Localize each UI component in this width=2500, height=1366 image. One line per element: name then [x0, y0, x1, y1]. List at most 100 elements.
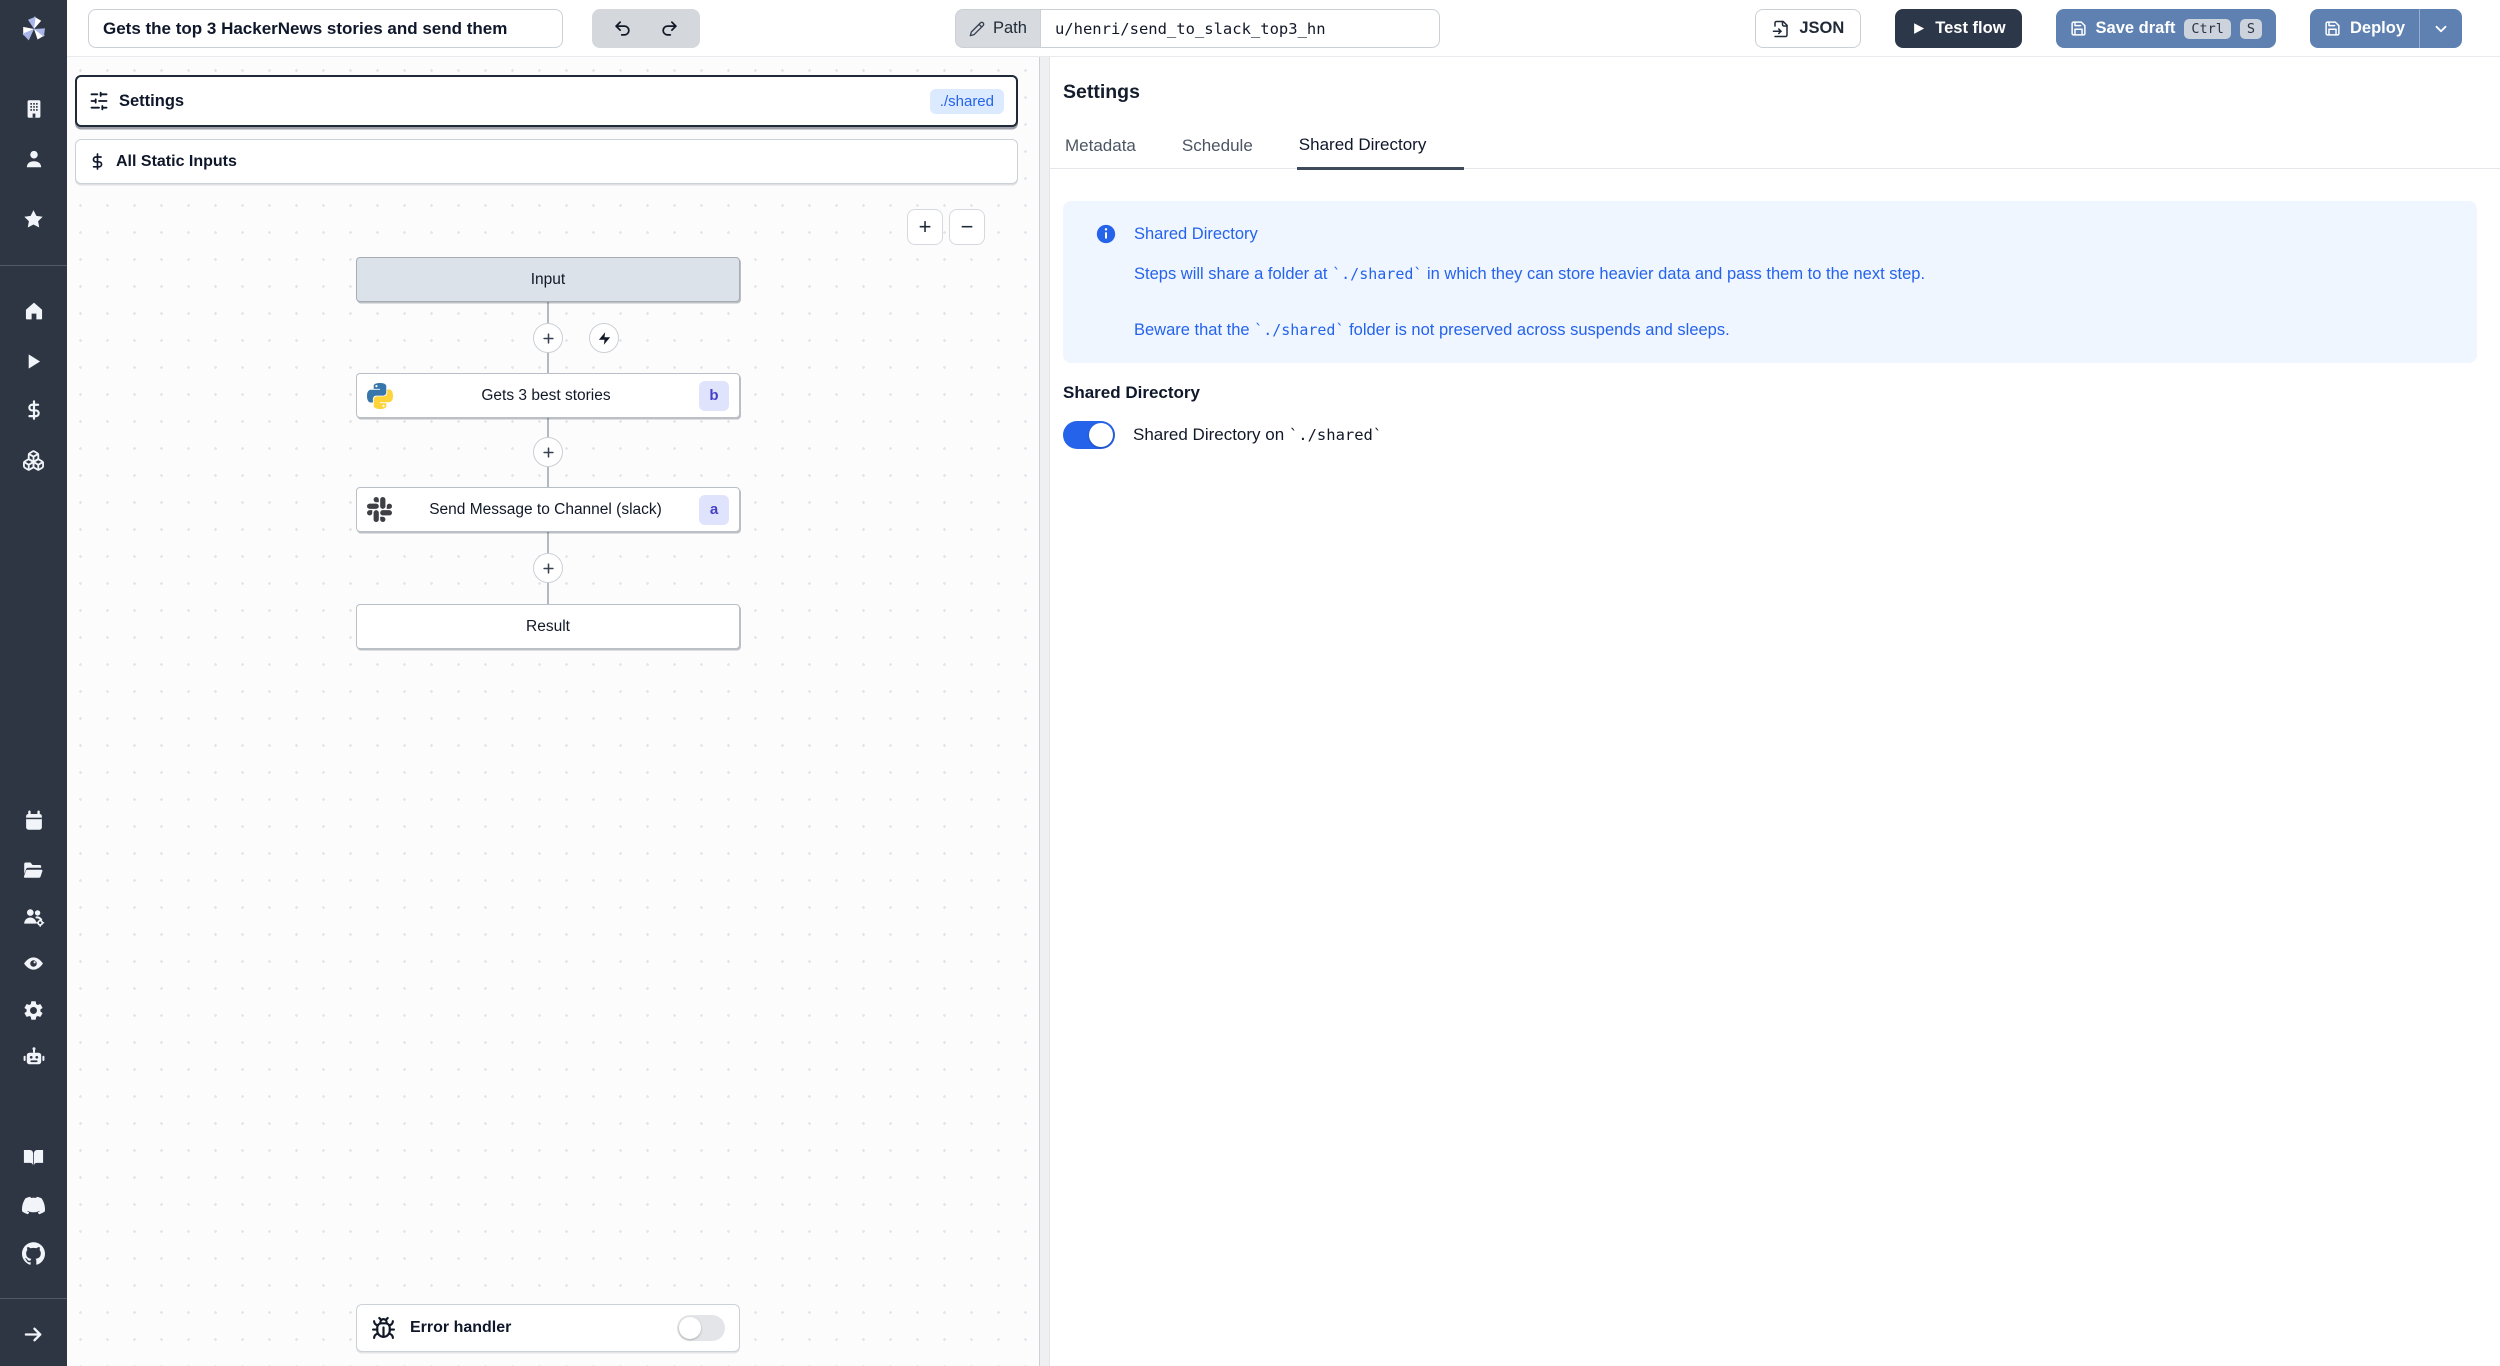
sidebar	[0, 0, 67, 1366]
error-handler-toggle[interactable]	[677, 1315, 725, 1341]
play-icon[interactable]	[0, 349, 67, 373]
toggle-knob	[679, 1317, 701, 1339]
path-group: Path	[955, 9, 1440, 48]
tab-shared-directory[interactable]: Shared Directory	[1296, 135, 1465, 170]
topbar: Path JSON Test flow Save draft Ctrl S De…	[67, 0, 2500, 57]
boxes-icon[interactable]	[0, 448, 67, 472]
flow-editor-panel: Settings ./shared All Static Inputs + − …	[67, 57, 1040, 1366]
file-json-icon	[1773, 20, 1789, 37]
book-icon[interactable]	[0, 1145, 67, 1169]
info-box-paragraph-2: Beware that the `./shared` folder is not…	[1134, 321, 1730, 340]
settings-tabs: Metadata Schedule Shared Directory	[1050, 125, 2500, 170]
tab-schedule[interactable]: Schedule	[1180, 136, 1255, 168]
deploy-button[interactable]: Deploy	[2309, 9, 2419, 48]
plus-icon	[542, 562, 554, 574]
deploy-label: Deploy	[2349, 19, 2405, 37]
save-draft-button[interactable]: Save draft Ctrl S	[2055, 9, 2276, 48]
zap-icon	[598, 331, 610, 345]
test-flow-button[interactable]: Test flow	[1895, 9, 2022, 48]
panel-resize-handle[interactable]	[1040, 57, 1050, 1366]
undo-redo-group	[592, 9, 700, 48]
sliders-icon	[90, 91, 108, 111]
calendar-icon[interactable]	[0, 809, 67, 833]
toggle-label-text: Shared Directory on	[1133, 425, 1289, 444]
home-icon[interactable]	[0, 299, 67, 323]
kbd-s: S	[2239, 18, 2262, 39]
slack-icon	[367, 497, 392, 522]
path-input[interactable]	[1039, 9, 1440, 48]
shared-directory-toggle-row: Shared Directory on `./shared`	[1063, 421, 1382, 449]
building-icon[interactable]	[0, 97, 67, 121]
flow-node-step-a[interactable]: Send Message to Channel (slack) a	[356, 487, 740, 532]
shared-directory-badge: ./shared	[929, 88, 1004, 114]
json-button-label: JSON	[1799, 19, 1845, 37]
info-box-title: Shared Directory	[1134, 225, 1258, 243]
shared-directory-toggle[interactable]	[1063, 421, 1115, 449]
flow-node-step-b-label: Gets 3 best stories	[481, 386, 611, 404]
arrow-right-icon[interactable]	[0, 1322, 67, 1346]
python-icon	[367, 382, 393, 409]
chevron-down-icon	[2435, 25, 2447, 32]
robot-icon[interactable]	[0, 1045, 67, 1069]
windmill-logo[interactable]	[0, 0, 67, 57]
step-id-badge: b	[699, 380, 729, 411]
flow-settings-label: Settings	[119, 91, 185, 110]
settings-panel-title: Settings	[1063, 81, 1140, 103]
flow-settings-box[interactable]: Settings ./shared	[75, 75, 1018, 127]
info-icon	[1095, 223, 1117, 250]
users-gear-icon[interactable]	[0, 905, 67, 929]
user-icon[interactable]	[0, 147, 67, 171]
all-static-inputs-label: All Static Inputs	[116, 152, 237, 170]
path-label: Path	[955, 9, 1040, 48]
add-step-button[interactable]	[533, 437, 563, 467]
flow-node-step-a-label: Send Message to Channel (slack)	[429, 500, 662, 518]
star-icon[interactable]	[0, 207, 67, 231]
deploy-dropdown-button[interactable]	[2419, 9, 2462, 48]
path-label-text: Path	[993, 19, 1027, 37]
tab-metadata[interactable]: Metadata	[1063, 136, 1138, 168]
test-flow-label: Test flow	[1935, 19, 2006, 37]
flow-node-result-label: Result	[526, 617, 570, 635]
play-icon	[1914, 23, 1925, 34]
github-icon[interactable]	[0, 1241, 67, 1265]
info-p1-text: in which they can store heavier data and…	[1422, 265, 1926, 283]
flow-node-input-label: Input	[530, 270, 566, 288]
settings-panel: Settings Metadata Schedule Shared Direct…	[1050, 57, 2500, 1366]
plus-icon	[542, 446, 554, 458]
info-box-paragraph-1: Steps will share a folder at `./shared` …	[1134, 265, 1925, 284]
pencil-icon	[969, 21, 985, 36]
all-static-inputs-box[interactable]: All Static Inputs	[75, 139, 1018, 184]
add-step-button[interactable]	[533, 323, 563, 353]
deploy-split-button: Deploy	[2309, 9, 2462, 48]
windmill-logo-icon	[21, 15, 45, 40]
save-draft-label: Save draft	[2095, 19, 2176, 37]
flow-node-input[interactable]: Input	[356, 257, 740, 302]
dollar-icon	[92, 153, 103, 170]
zoom-out-button[interactable]: −	[949, 209, 985, 245]
dollar-icon[interactable]	[0, 398, 67, 422]
flow-node-result[interactable]: Result	[356, 604, 740, 649]
shared-directory-info-box: Shared Directory Steps will share a fold…	[1063, 201, 2477, 363]
redo-icon[interactable]	[660, 19, 679, 38]
folder-open-icon[interactable]	[0, 858, 67, 882]
zoom-in-button[interactable]: +	[907, 209, 943, 245]
sidebar-divider	[0, 1298, 67, 1299]
eye-icon[interactable]	[0, 951, 67, 975]
discord-icon[interactable]	[0, 1193, 67, 1217]
plus-icon	[542, 332, 554, 344]
kbd-ctrl: Ctrl	[2184, 18, 2231, 39]
flow-node-step-b[interactable]: Gets 3 best stories b	[356, 373, 740, 418]
error-handler-label: Error handler	[410, 1319, 512, 1336]
add-trigger-button[interactable]	[589, 323, 619, 353]
error-handler-node[interactable]: Error handler	[356, 1304, 740, 1352]
save-icon	[2325, 21, 2340, 36]
flow-title-input[interactable]	[88, 9, 563, 48]
bug-icon	[371, 1316, 396, 1339]
info-p2-code: `./shared`	[1254, 321, 1345, 339]
topbar-actions: JSON Test flow Save draft Ctrl S Deploy	[1755, 9, 2462, 48]
shared-directory-section-title: Shared Directory	[1063, 383, 1200, 402]
add-step-button[interactable]	[533, 553, 563, 583]
gear-icon[interactable]	[0, 998, 67, 1022]
json-button[interactable]: JSON	[1755, 9, 1862, 48]
undo-icon[interactable]	[613, 19, 632, 38]
